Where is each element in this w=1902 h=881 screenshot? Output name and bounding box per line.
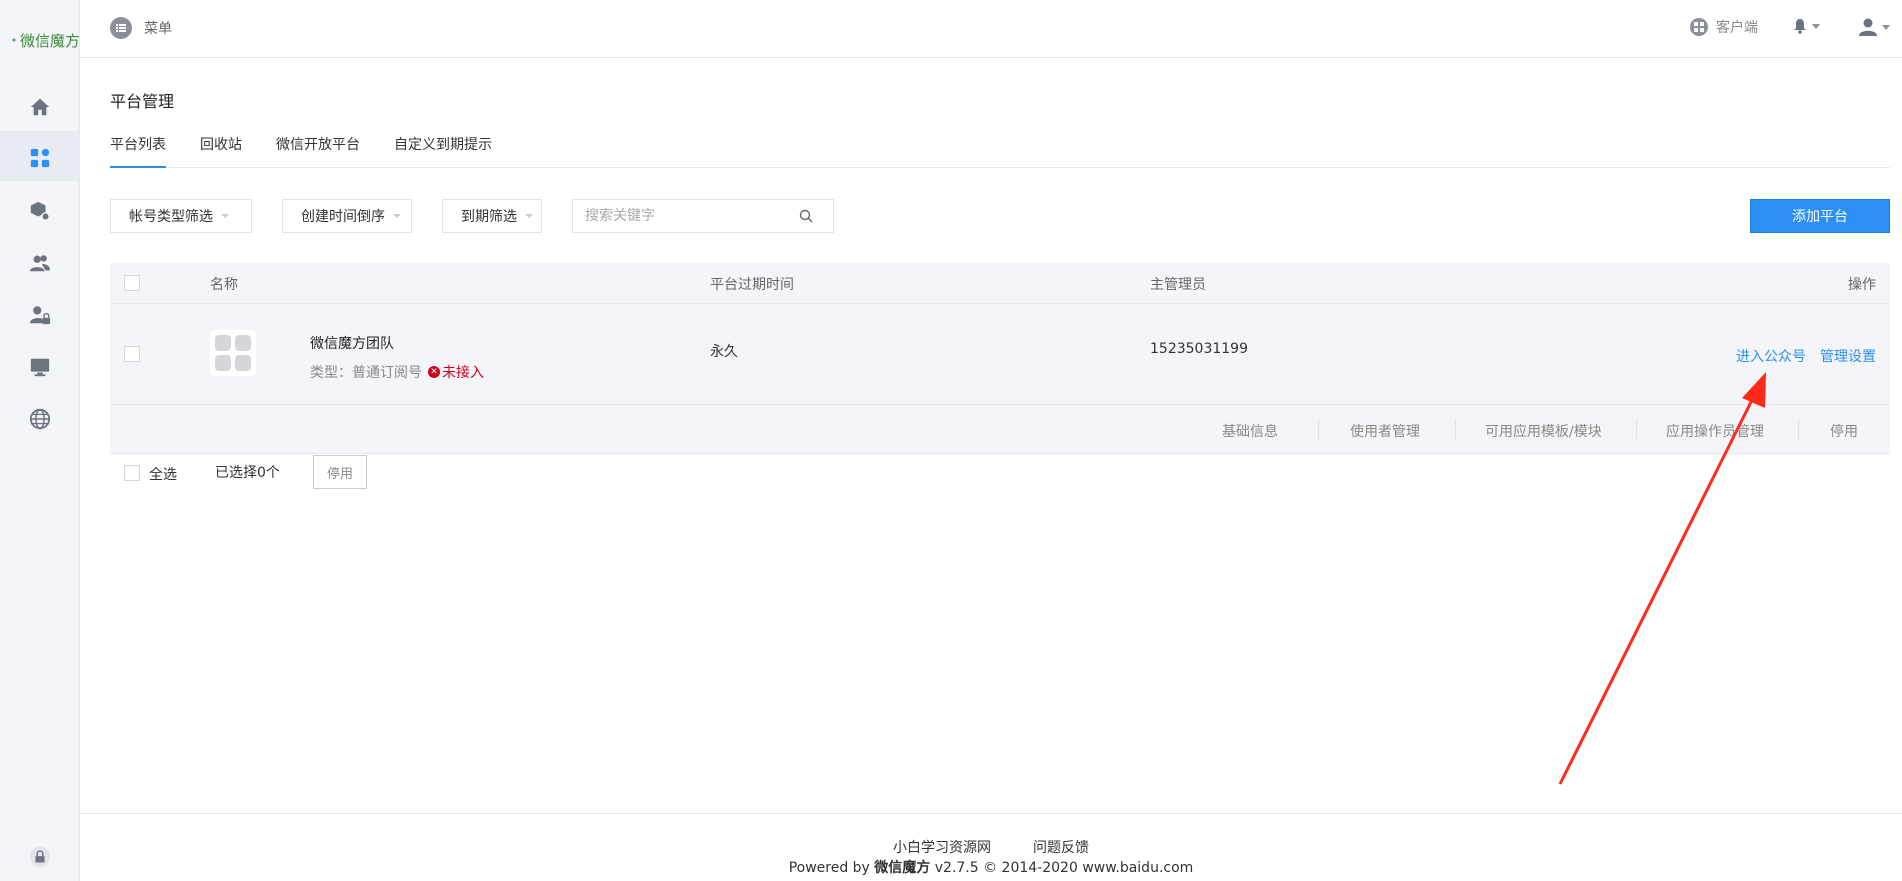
user-avatar-icon <box>1859 18 1877 36</box>
tab-recycle-bin[interactable]: 回收站 <box>200 134 242 166</box>
user-management-link[interactable]: 使用者管理 <box>1350 421 1420 441</box>
column-header-expire: 平台过期时间 <box>710 277 794 293</box>
tab-bar: 平台列表 回收站 微信开放平台 自定义到期提示 <box>110 134 1890 168</box>
client-grid-icon <box>1690 18 1708 36</box>
sidebar: 微信魔方 <box>0 0 80 881</box>
account-type-filter[interactable]: 帐号类型筛选 <box>110 199 252 233</box>
divider <box>1636 419 1637 439</box>
enter-account-link[interactable]: 进入公众号 <box>1736 346 1806 366</box>
header-select-checkbox[interactable] <box>124 275 140 291</box>
sidebar-lock-button[interactable] <box>28 845 52 869</box>
lock-icon <box>29 846 51 868</box>
add-platform-button[interactable]: 添加平台 <box>1750 199 1890 233</box>
platform-type-label: 类型：普通订阅号 <box>310 365 422 381</box>
platform-avatar <box>210 330 256 376</box>
search-icon[interactable] <box>799 209 813 223</box>
users-icon <box>29 255 51 272</box>
avatar-tile <box>215 335 231 351</box>
sidebar-item-users[interactable] <box>28 251 52 275</box>
module-icon <box>30 201 50 221</box>
chevron-down-icon <box>393 214 401 218</box>
client-label: 客户端 <box>1716 20 1758 36</box>
sidebar-item-modules[interactable] <box>28 199 52 223</box>
sidebar-item-apps[interactable] <box>28 146 52 170</box>
platform-name: 微信魔方团队 <box>310 336 394 352</box>
menu-label: 菜单 <box>144 21 172 37</box>
client-button[interactable]: 客户端 <box>1690 17 1758 37</box>
logo-text: 微信魔方 <box>19 31 80 50</box>
tab-platform-list[interactable]: 平台列表 <box>110 134 166 168</box>
expire-filter[interactable]: 到期筛选 <box>442 199 542 233</box>
sidebar-item-globe[interactable] <box>28 407 52 431</box>
page-title: 平台管理 <box>110 92 175 111</box>
selected-count: 已选择0个 <box>215 465 280 481</box>
bell-icon <box>1794 19 1806 34</box>
tab-wechat-open-platform[interactable]: 微信开放平台 <box>276 134 360 166</box>
sidebar-item-home[interactable] <box>28 95 52 119</box>
error-x-icon: ✕ <box>428 366 440 378</box>
chevron-down-icon <box>525 214 533 218</box>
footer-divider <box>80 813 1902 814</box>
manage-settings-link[interactable]: 管理设置 <box>1820 346 1876 366</box>
row-sub-actions: 基础信息 使用者管理 可用应用模板/模块 应用操作员管理 停用 <box>110 404 1890 454</box>
expire-filter-label: 到期筛选 <box>461 209 517 225</box>
chevron-down-icon <box>1812 23 1820 29</box>
platform-table: 名称 平台过期时间 主管理员 操作 微信魔方团队 类型：普通订阅号 ✕ 未接入 … <box>110 263 1890 454</box>
top-header: 菜单 客户端 <box>80 0 1902 58</box>
platform-type: 类型：普通订阅号 ✕ 未接入 <box>310 362 484 382</box>
footer-link-resources[interactable]: 小白学习资源网 <box>893 838 991 858</box>
account-type-filter-label: 帐号类型筛选 <box>129 209 213 225</box>
sort-created-filter-label: 创建时间倒序 <box>301 209 385 225</box>
divider <box>1455 419 1456 439</box>
menu-button[interactable]: 菜单 <box>110 17 172 39</box>
column-header-admin: 主管理员 <box>1150 277 1206 293</box>
user-menu-button[interactable] <box>1858 17 1890 37</box>
footer-copyright: Powered by 微信魔方 v2.7.5 © 2014-2020 www.b… <box>80 858 1902 878</box>
home-icon <box>30 98 50 116</box>
chevron-down-icon <box>1882 24 1890 30</box>
footer: 小白学习资源网 问题反馈 Powered by 微信魔方 v2.7.5 © 20… <box>80 838 1902 878</box>
footer-link-feedback[interactable]: 问题反馈 <box>1033 838 1089 858</box>
divider <box>1798 419 1799 439</box>
sort-created-filter[interactable]: 创建时间倒序 <box>282 199 412 233</box>
bulk-disable-button[interactable]: 停用 <box>313 455 367 489</box>
status-label: 未接入 <box>442 365 484 381</box>
disable-link[interactable]: 停用 <box>1830 421 1858 441</box>
available-templates-link[interactable]: 可用应用模板/模块 <box>1485 421 1602 441</box>
search-box <box>572 199 834 233</box>
table-header: 名称 平台过期时间 主管理员 操作 <box>110 263 1890 303</box>
basic-info-link[interactable]: 基础信息 <box>1222 421 1278 441</box>
avatar-tile <box>235 335 251 351</box>
avatar-tile <box>235 355 251 371</box>
avatar-tile <box>215 355 231 371</box>
powered-suffix: v2.7.5 © 2014-2020 www.baidu.com <box>930 860 1194 876</box>
logo[interactable]: 微信魔方 <box>12 28 80 52</box>
monitor-icon <box>30 358 50 377</box>
search-input[interactable] <box>573 208 793 224</box>
column-header-actions: 操作 <box>1848 277 1876 293</box>
status-badge: ✕ 未接入 <box>428 362 484 382</box>
notifications-button[interactable] <box>1792 18 1820 34</box>
logo-cube-icon <box>12 38 16 42</box>
platform-admin: 15235031199 <box>1150 341 1248 357</box>
tab-custom-expiry-notice[interactable]: 自定义到期提示 <box>394 134 492 166</box>
menu-list-icon <box>110 17 132 39</box>
select-all-checkbox[interactable] <box>124 465 140 481</box>
globe-icon <box>29 408 51 430</box>
platform-expire: 永久 <box>710 344 738 360</box>
apps-icon <box>30 148 50 168</box>
divider <box>1318 419 1319 439</box>
app-operator-management-link[interactable]: 应用操作员管理 <box>1666 421 1764 441</box>
row-select-checkbox[interactable] <box>124 346 140 362</box>
footer-brand: 微信魔方 <box>874 860 931 876</box>
chevron-down-icon <box>221 214 229 218</box>
table-row: 微信魔方团队 类型：普通订阅号 ✕ 未接入 永久 15235031199 进入公… <box>110 303 1890 404</box>
select-all-label[interactable]: 全选 <box>149 464 177 484</box>
user-lock-icon <box>29 306 51 325</box>
sidebar-item-user-permissions[interactable] <box>28 303 52 327</box>
sidebar-item-monitor[interactable] <box>28 355 52 379</box>
powered-prefix: Powered by <box>788 860 875 876</box>
column-header-name: 名称 <box>210 277 238 293</box>
